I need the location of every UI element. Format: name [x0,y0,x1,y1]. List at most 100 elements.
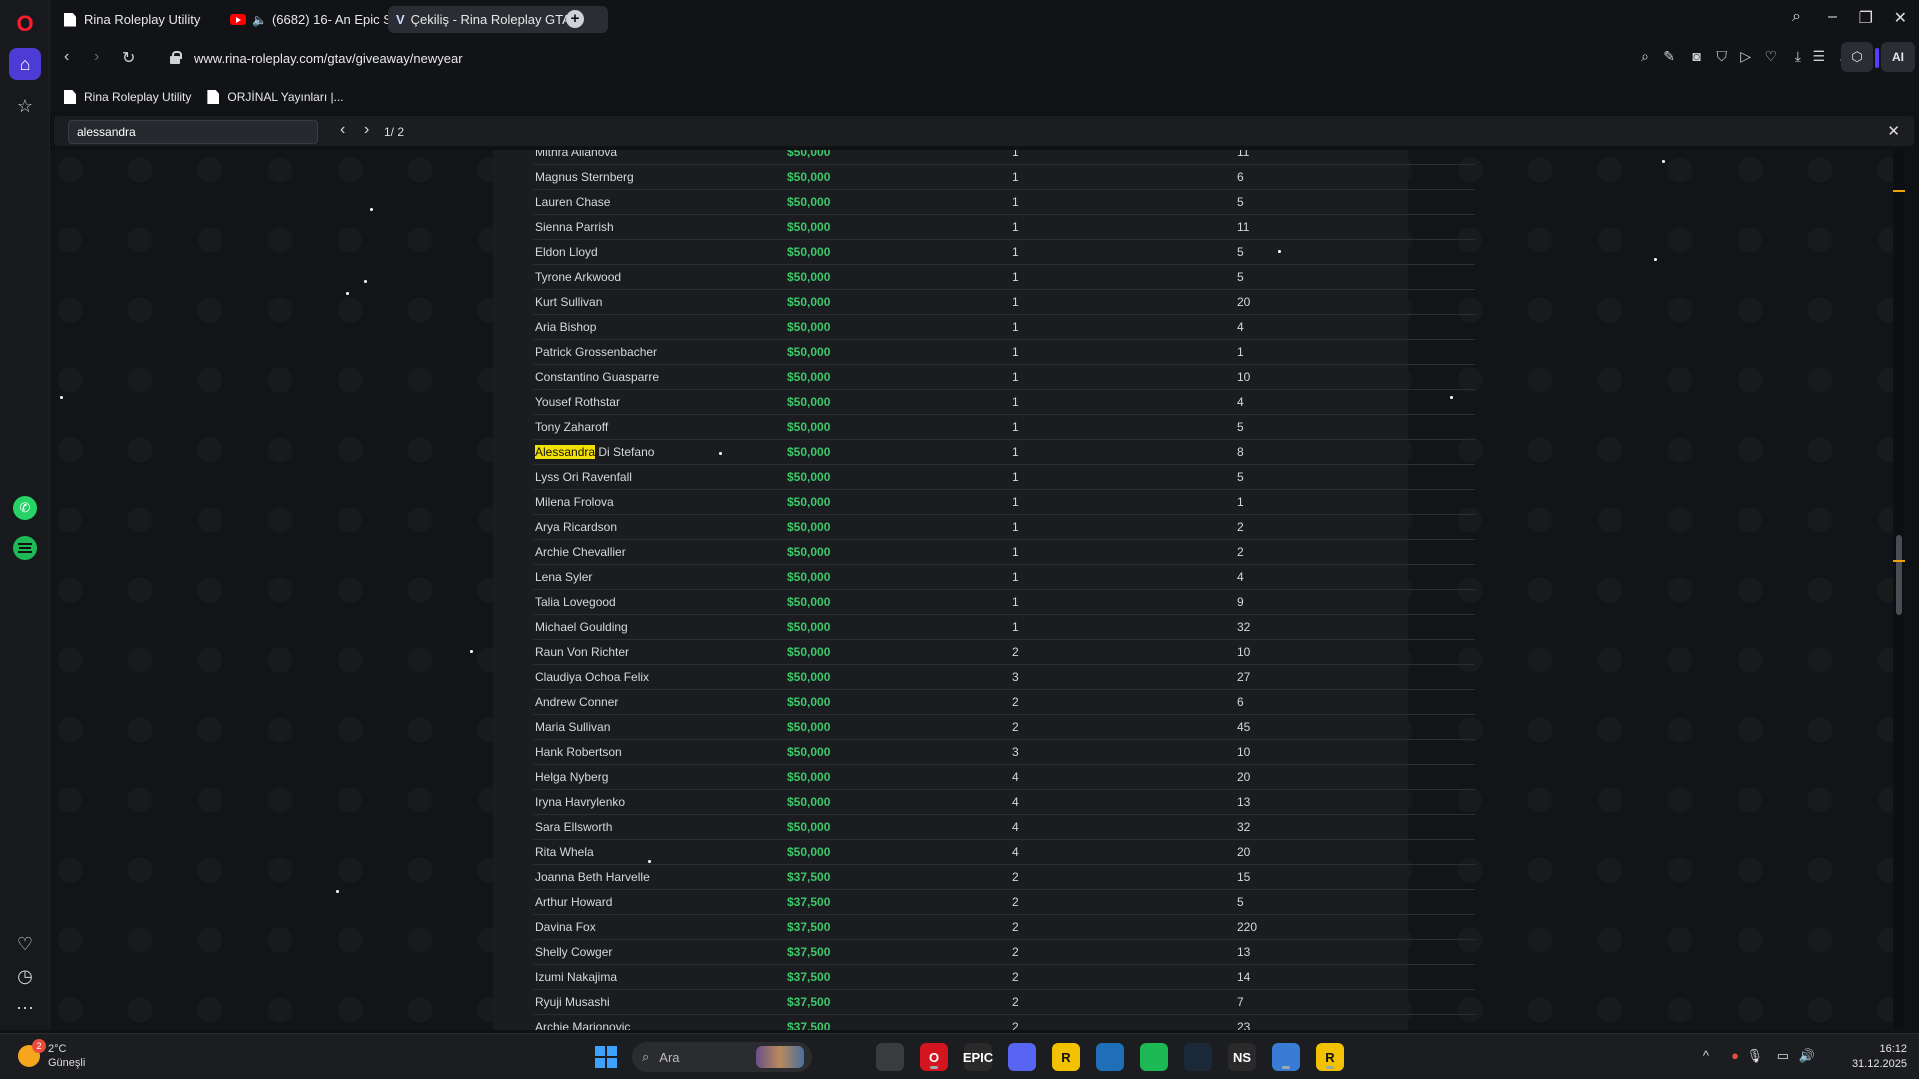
whatsapp-icon[interactable]: ✆ [9,492,41,524]
steam-icon[interactable] [1184,1043,1212,1071]
home-icon[interactable]: ⌂ [9,48,41,80]
menu-icon[interactable]: ☰ [1812,48,1825,65]
ticket-count: 8 [1237,445,1244,459]
ticket-count: 23 [1237,1020,1251,1030]
network-icon[interactable]: ▭ [1777,1048,1789,1064]
file-explorer-icon[interactable] [876,1043,904,1071]
scroll-thumb[interactable] [1896,535,1902,615]
search-placeholder: Ara [659,1049,680,1065]
reload-icon[interactable]: ↻ [122,48,135,68]
camera-icon[interactable]: ◙ [1693,48,1701,64]
more-icon[interactable]: ⋯ [9,992,41,1024]
find-next-icon[interactable]: › [364,121,369,139]
winner-name: Lyss Ori Ravenfall [535,470,632,484]
winner-name: Lauren Chase [535,195,611,209]
forward-icon[interactable]: › [94,48,99,66]
entry-count: 2 [1012,995,1019,1009]
download-icon[interactable]: ⤓ [1795,48,1801,65]
volume-icon[interactable]: 🔊 [1799,1048,1815,1064]
new-tab-button[interactable]: + [566,10,584,28]
opera-icon[interactable]: O [920,1043,948,1071]
weather-widget[interactable]: 2 2°C Güneşli [18,1039,85,1070]
winner-name: Arya Ricardson [535,520,618,534]
winner-name: Talia Lovegood [535,595,616,609]
bookmark-orjinal[interactable]: ORJİNAL Yayınları |... [207,90,344,104]
close-window-button[interactable]: ✕ [1894,8,1907,28]
winner-name: Andrew Conner [535,695,619,709]
find-previous-icon[interactable]: ‹ [340,121,345,139]
url-text: www.rina-roleplay.com/gtav/giveaway/newy… [194,50,463,66]
windows-start-icon[interactable] [595,1046,617,1068]
restore-button[interactable]: ❐ [1859,8,1873,28]
winner-name: Izumi Nakajima [535,970,618,984]
ticket-count: 10 [1237,370,1251,384]
prize-amount: $50,000 [787,745,831,759]
tab-label: Çekiliş - Rina Roleplay GTA [410,12,571,27]
ticket-count: 1 [1237,495,1244,509]
search-tabs-icon[interactable]: ⌕ [1792,8,1801,26]
extensions-icon[interactable]: ⬡ [1841,42,1873,72]
prize-amount: $50,000 [787,320,831,334]
entry-count: 1 [1012,220,1019,234]
chevron-up-icon[interactable]: ^ [1703,1048,1709,1063]
table-row: Andrew Conner $50,000 2 6 [533,690,1475,715]
address-field[interactable]: www.rina-roleplay.com/gtav/giveaway/newy… [160,43,1530,73]
shield-icon[interactable]: ⛉ [1717,48,1728,65]
winner-name: Michael Goulding [535,620,628,634]
ticket-count: 7 [1237,995,1244,1009]
tab-rina-utility[interactable]: Rina Roleplay Utility [56,6,216,33]
table-row: Maria Sullivan $50,000 2 45 [533,715,1475,740]
entry-count: 4 [1012,770,1019,784]
ai-button[interactable]: AI [1881,42,1915,72]
winners-table: Mithra Allanova $50,000 1 11 Magnus Sternber… [533,150,1475,1030]
heart-icon[interactable]: ♡ [9,928,41,960]
app-x-icon[interactable] [1096,1043,1124,1071]
ticket-count: 11 [1237,150,1250,159]
table-row: Lena Syler $50,000 1 4 [533,565,1475,590]
rina-icon[interactable]: R [1052,1043,1080,1071]
rina-icon[interactable]: R [1316,1043,1344,1071]
prize-amount: $50,000 [787,520,831,534]
extension-indicator [1875,48,1879,68]
entry-count: 1 [1012,370,1019,384]
minimize-button[interactable]: – [1828,8,1837,26]
heart-icon[interactable]: ♡ [1764,48,1777,65]
spotify-sidebar-icon[interactable] [9,532,41,564]
page-scrollbar[interactable] [1893,150,1905,1030]
globe-icon[interactable] [1272,1043,1300,1071]
entry-count: 1 [1012,195,1019,209]
table-row: Patrick Grossenbacher $50,000 1 1 [533,340,1475,365]
security-icon[interactable]: ● [1731,1048,1739,1063]
find-match-marker [1893,190,1905,192]
system-clock[interactable]: 16:12 31.12.2025 [1852,1042,1907,1072]
spotify-icon[interactable] [1140,1043,1168,1071]
bookmark-rina-utility[interactable]: Rina Roleplay Utility [64,90,191,104]
back-icon[interactable]: ‹ [64,48,69,66]
find-close-icon[interactable]: ✕ [1887,122,1900,140]
table-row: Tyrone Arkwood $50,000 1 5 [533,265,1475,290]
taskbar-search[interactable]: ⌕ Ara [632,1042,812,1072]
prize-amount: $50,000 [787,620,831,634]
find-input[interactable] [68,120,318,144]
ns-icon[interactable]: NS [1228,1043,1256,1071]
microphone-icon[interactable]: 🎙 [1746,1048,1763,1064]
snowflake [648,860,651,863]
zoom-icon[interactable]: ⌕ [1641,48,1649,65]
speaker-icon[interactable]: 🔈 [252,13,267,27]
winner-name: Raun Von Richter [535,645,630,659]
play-icon[interactable]: ▷ [1740,48,1751,65]
winner-name: Davina Fox [535,920,596,934]
discord-icon[interactable] [1008,1043,1036,1071]
snowflake [719,452,722,455]
opera-menu-icon[interactable]: O [9,8,41,40]
ticket-count: 10 [1237,745,1251,759]
edit-icon[interactable]: ✎ [1663,48,1675,65]
epic-games-icon[interactable]: EPIC [963,1043,993,1071]
history-icon[interactable]: ◷ [9,960,41,992]
ticket-count: 2 [1237,520,1244,534]
ticket-count: 220 [1237,920,1258,934]
weather-temp: 2°C [48,1043,67,1055]
star-icon[interactable]: ☆ [9,90,41,122]
entry-count: 2 [1012,720,1019,734]
table-row: Lyss Ori Ravenfall $50,000 1 5 [533,465,1475,490]
